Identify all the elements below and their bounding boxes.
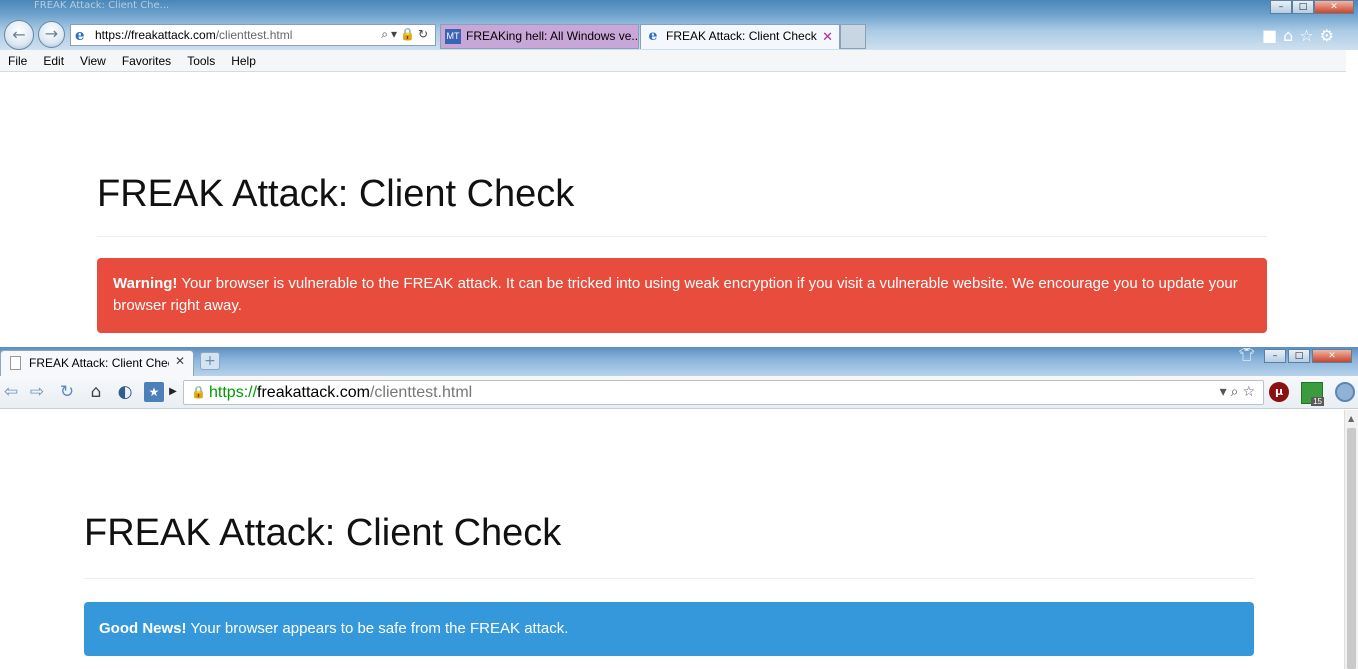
close-tab-icon[interactable]: ✕ <box>822 25 833 48</box>
search-icon[interactable]: ⌕ <box>381 27 391 41</box>
chrome-page-content: FREAK Attack: Client Check Good News! Yo… <box>0 410 1344 669</box>
tab-label: FREAKing hell: All Windows ve... <box>466 29 639 43</box>
tab-label: FREAK Attack: Client Check <box>29 356 169 370</box>
menu-bar: File Edit View Favorites Tools Help <box>0 50 1346 72</box>
ie-favicon-icon: e <box>648 28 658 44</box>
window-controls: – □ ✕ <box>1270 0 1354 14</box>
url-scheme: https:// <box>209 384 258 401</box>
menu-file[interactable]: File <box>0 50 35 71</box>
close-button[interactable]: ✕ <box>1314 0 1354 14</box>
theme-shirt-icon[interactable]: 👕︎ <box>1238 348 1256 364</box>
lock-icon[interactable]: 🔒 <box>191 385 206 400</box>
dropdown-icon[interactable]: ▾ <box>391 27 400 41</box>
home-icon[interactable]: ⌂ <box>1283 26 1299 45</box>
ublock-icon[interactable]: μ <box>1269 382 1289 402</box>
arrow-right-icon: → <box>44 24 59 43</box>
address-bar[interactable]: e https://freakattack.com/clienttest.htm… <box>70 24 436 46</box>
omnibox-actions: ▾⌕☆ <box>1220 384 1259 400</box>
chrome-window: FREAK Attack: Client Check ✕ + 👕︎ – □ ✕ … <box>0 347 1358 669</box>
home-icon[interactable]: ⌂ <box>85 382 107 402</box>
ie-command-icons: ■⌂☆⚙ <box>1262 26 1340 45</box>
page-title: FREAK Attack: Client Check <box>97 173 575 215</box>
vertical-scrollbar[interactable]: ▲ <box>1344 410 1358 669</box>
maximize-button[interactable]: □ <box>1288 349 1310 363</box>
forward-button[interactable]: → <box>38 21 65 48</box>
tab-freak-attack[interactable]: e FREAK Attack: Client Check ✕ <box>640 24 840 49</box>
arrow-left-icon: ← <box>12 25 26 44</box>
menu-help[interactable]: Help <box>223 50 264 71</box>
extension-badge-count: 15 <box>1311 397 1324 406</box>
ie-logo-icon: e <box>75 26 85 44</box>
forward-arrow-icon[interactable]: ⇨ <box>26 382 48 402</box>
close-button[interactable]: ✕ <box>1312 349 1352 363</box>
tab-freaking-hell[interactable]: MT FREAKing hell: All Windows ve... <box>440 24 639 49</box>
notification-icon[interactable]: ■ <box>1262 26 1283 45</box>
warning-alert: Warning! Your browser is vulnerable to t… <box>97 258 1267 333</box>
menu-view[interactable]: View <box>72 50 114 71</box>
url-host: https://freakattack.com <box>95 28 216 42</box>
dropdown-icon[interactable]: ▾ <box>1220 384 1231 400</box>
tab-label: FREAK Attack: Client Check <box>666 29 817 43</box>
menu-favorites[interactable]: Favorites <box>114 50 179 71</box>
new-tab-button[interactable]: + <box>200 352 220 370</box>
favorites-star-icon[interactable]: ☆ <box>1299 26 1319 45</box>
divider <box>97 236 1267 237</box>
ie-window: FREAK Attack: Client Che... ← → e https:… <box>0 0 1358 347</box>
chrome-toolbar: ⇦ ⇨ ↻ ⌂ ◐ ★ ▶ 🔒 https://freakattack.com/… <box>0 376 1358 409</box>
divider <box>84 578 1254 579</box>
gear-icon[interactable]: ⚙ <box>1320 26 1340 45</box>
alert-text: Your browser appears to be safe from the… <box>186 620 569 637</box>
menu-tools[interactable]: Tools <box>179 50 223 71</box>
ie-page-content: FREAK Attack: Client Check Warning! Your… <box>0 73 1346 347</box>
omnibox-url[interactable]: https://freakattack.com/clienttest.html <box>209 384 472 402</box>
url-path: /clienttest.html <box>369 384 473 401</box>
alert-strong: Good News! <box>99 620 187 637</box>
minimize-button[interactable]: – <box>1264 349 1286 363</box>
tab-freak-attack[interactable]: FREAK Attack: Client Check ✕ <box>0 350 194 376</box>
lock-icon[interactable]: 🔒 <box>400 27 418 41</box>
bookmark-star-icon[interactable]: ★ <box>144 382 164 402</box>
maximize-button[interactable]: □ <box>1292 0 1314 14</box>
minimize-button[interactable]: – <box>1270 0 1292 14</box>
page-favicon-icon <box>10 356 21 370</box>
extension-icon[interactable]: 15 <box>1301 382 1324 406</box>
back-button[interactable]: ← <box>4 20 34 50</box>
mt-favicon-icon: MT <box>445 29 461 44</box>
success-alert: Good News! Your browser appears to be sa… <box>84 602 1254 656</box>
ie-window-edge <box>1346 50 1358 347</box>
globe-icon[interactable]: ◐ <box>114 382 136 402</box>
window-controls: 👕︎ – □ ✕ <box>1238 348 1352 364</box>
scrollbar-thumb[interactable] <box>1347 428 1356 669</box>
ie-window-title: FREAK Attack: Client Che... <box>34 0 170 11</box>
bookmark-star-outline-icon[interactable]: ☆ <box>1242 384 1259 400</box>
expand-arrow-icon[interactable]: ▶ <box>168 382 178 402</box>
refresh-icon[interactable]: ↻ <box>418 27 431 41</box>
chrome-titlebar: FREAK Attack: Client Check ✕ + 👕︎ – □ ✕ <box>0 347 1358 376</box>
alert-strong: Warning! <box>113 275 178 292</box>
alert-text: Your browser is vulnerable to the FREAK … <box>113 275 1238 314</box>
close-tab-icon[interactable]: ✕ <box>175 354 185 368</box>
url-path: /clienttest.html <box>215 28 293 42</box>
plus-icon: + <box>204 353 216 369</box>
reload-icon[interactable]: ↻ <box>56 382 78 402</box>
search-icon[interactable]: ⌕ <box>1231 384 1243 400</box>
address-actions: ⌕▾🔒↻ <box>381 27 431 42</box>
url-host: freakattack.com <box>257 384 370 401</box>
page-title: FREAK Attack: Client Check <box>84 512 562 554</box>
address-url[interactable]: https://freakattack.com/clienttest.html <box>95 28 292 42</box>
menu-edit[interactable]: Edit <box>35 50 72 71</box>
ie-titlebar: FREAK Attack: Client Che... ← → e https:… <box>0 0 1358 50</box>
omnibox[interactable]: 🔒 https://freakattack.com/clienttest.htm… <box>183 380 1264 405</box>
scroll-up-icon[interactable]: ▲ <box>1348 414 1354 423</box>
settings-wrench-icon[interactable] <box>1335 382 1355 402</box>
new-tab-button[interactable] <box>840 24 866 49</box>
back-arrow-icon[interactable]: ⇦ <box>0 382 22 402</box>
